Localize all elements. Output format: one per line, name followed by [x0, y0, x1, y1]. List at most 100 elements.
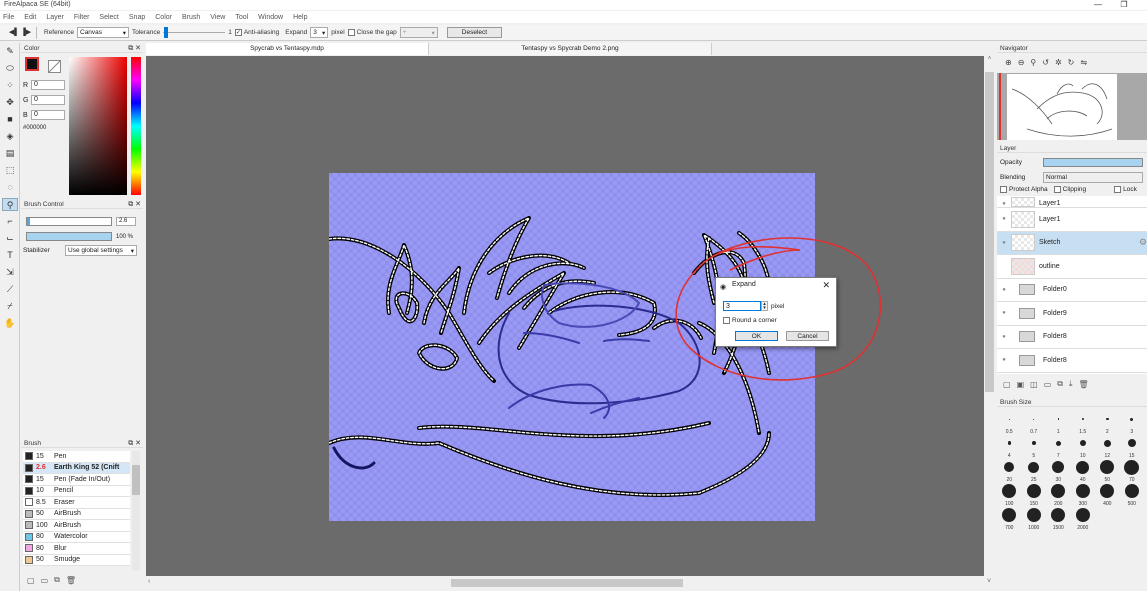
- menu-file[interactable]: File: [3, 14, 14, 21]
- gradient-tool-icon[interactable]: ▤: [2, 147, 18, 160]
- dot-tool-icon[interactable]: ⁘: [2, 79, 18, 92]
- brush-size-preset[interactable]: 300: [1071, 483, 1096, 507]
- closegap-checkbox[interactable]: [347, 29, 355, 36]
- eraser-tool-icon[interactable]: ⬭: [2, 62, 18, 75]
- brush-size-preset[interactable]: 150: [1022, 483, 1047, 507]
- close-icon[interactable]: ⧉ ✕: [128, 200, 141, 209]
- bucket-tool-icon[interactable]: ◈: [2, 130, 18, 143]
- new-1bit-layer-icon[interactable]: ◫: [1030, 380, 1038, 389]
- stabilizer-select[interactable]: Use global settings ▾: [65, 245, 137, 256]
- brush-size-preset[interactable]: 10: [1071, 435, 1096, 459]
- brush-size-preset[interactable]: 20: [997, 459, 1022, 483]
- brush-opacity-slider[interactable]: [26, 232, 112, 241]
- brush-item[interactable]: 15 Pen: [23, 451, 130, 463]
- menu-tool[interactable]: Tool: [235, 14, 248, 21]
- restore-button[interactable]: ❐: [1118, 0, 1130, 10]
- eye-icon[interactable]: ●: [997, 287, 1011, 293]
- g-input[interactable]: 0: [31, 95, 65, 105]
- select-pen-tool-icon[interactable]: ⌐: [2, 215, 18, 228]
- brush-size-preset[interactable]: 400: [1095, 483, 1120, 507]
- chevron-up-icon[interactable]: ˄: [984, 56, 995, 62]
- gear-icon[interactable]: ⚙: [1139, 237, 1147, 248]
- brush-item[interactable]: 100 AirBrush: [23, 520, 130, 532]
- chevron-down-icon[interactable]: ˅: [987, 578, 991, 585]
- layer-row-selected[interactable]: ● Sketch ⚙: [997, 231, 1147, 255]
- secondary-color-swatch[interactable]: [48, 60, 61, 73]
- reference-select[interactable]: Canvas ▾: [77, 27, 129, 38]
- brush-item[interactable]: 10 Pencil: [23, 485, 130, 497]
- new-8bit-layer-icon[interactable]: ▣: [1017, 380, 1025, 389]
- menu-select[interactable]: Select: [99, 14, 118, 21]
- eye-icon[interactable]: ●: [997, 357, 1011, 363]
- lock-checkbox[interactable]: [1114, 186, 1122, 193]
- menu-view[interactable]: View: [210, 14, 225, 21]
- protect-alpha-checkbox[interactable]: [1000, 186, 1007, 193]
- brush-item[interactable]: 80 Watercolor: [23, 531, 130, 543]
- folder-row[interactable]: ● Folder8: [997, 325, 1147, 349]
- vertical-scrollbar[interactable]: ˄: [984, 56, 995, 576]
- rotate-right-icon[interactable]: ↻: [1068, 58, 1075, 67]
- brush-size-preset[interactable]: 70: [1120, 459, 1145, 483]
- clipping-checkbox[interactable]: [1053, 186, 1061, 193]
- next-icon[interactable]: ▐▶: [20, 27, 32, 39]
- new-folder-icon[interactable]: ▭: [1044, 380, 1052, 389]
- brush-item[interactable]: 15 Pen (Fade In/Out): [23, 474, 130, 486]
- flip-icon[interactable]: ⇋: [1080, 58, 1087, 67]
- eye-icon[interactable]: ●: [997, 334, 1011, 340]
- layer-row[interactable]: outline: [997, 255, 1147, 279]
- horizontal-scrollbar[interactable]: ‹: [146, 577, 984, 589]
- eyedropper-tool-icon[interactable]: ⌿: [2, 300, 18, 313]
- brush-size-preset[interactable]: 15: [1120, 435, 1145, 459]
- magic-wand-tool-icon[interactable]: ⚲: [2, 198, 18, 211]
- brush-size-preset[interactable]: 200: [1046, 483, 1071, 507]
- divide-tool-icon[interactable]: ⟋: [2, 283, 18, 296]
- b-input[interactable]: 0: [31, 110, 65, 120]
- menu-snap[interactable]: Snap: [129, 14, 145, 21]
- fill-rect-tool-icon[interactable]: ■: [2, 113, 18, 126]
- folder-row[interactable]: ● Folder0: [997, 278, 1147, 302]
- brush-size-preset[interactable]: 0.5: [997, 411, 1022, 435]
- brush-size-preset[interactable]: 2: [1095, 411, 1120, 435]
- brush-size-preset[interactable]: 500: [1120, 483, 1145, 507]
- navigator-preview[interactable]: [997, 73, 1147, 140]
- trash-icon[interactable]: 🗑: [1079, 380, 1089, 389]
- brush-size-preset[interactable]: 1.5: [1071, 411, 1096, 435]
- brush-size-preset[interactable]: 25: [1022, 459, 1047, 483]
- ok-button[interactable]: OK: [735, 331, 778, 341]
- expand-select[interactable]: 3 ▾: [310, 27, 329, 38]
- close-icon[interactable]: ✕: [822, 278, 830, 292]
- brush-item[interactable]: 80 Blur: [23, 543, 130, 555]
- minimize-button[interactable]: —: [1092, 0, 1104, 10]
- pen-tool-icon[interactable]: ✎: [2, 45, 18, 58]
- eye-icon[interactable]: ●: [997, 201, 1011, 207]
- move-tool-icon[interactable]: ✥: [2, 96, 18, 109]
- brush-size-preset[interactable]: 2000: [1071, 507, 1096, 531]
- expand-value-input[interactable]: 3: [723, 301, 761, 311]
- chevron-left-icon[interactable]: ‹: [148, 578, 150, 585]
- closegap-select[interactable]: + ▾: [399, 27, 438, 38]
- layer-row[interactable]: ● Layer1: [997, 208, 1147, 232]
- brush-size-input[interactable]: 2.6: [116, 217, 136, 226]
- brush-size-preset[interactable]: 1500: [1046, 507, 1071, 531]
- layer-opacity-slider[interactable]: [1043, 158, 1143, 167]
- eye-icon[interactable]: ●: [997, 310, 1011, 316]
- tolerance-slider[interactable]: [163, 27, 226, 38]
- spinner-icon[interactable]: ▴ ▾: [761, 301, 768, 311]
- menu-help[interactable]: Help: [293, 14, 307, 21]
- folder-icon[interactable]: ▭: [41, 576, 49, 585]
- menu-filter[interactable]: Filter: [74, 14, 90, 21]
- brush-size-preset[interactable]: 40: [1071, 459, 1096, 483]
- brush-size-preset[interactable]: 30: [1046, 459, 1071, 483]
- text-tool-icon[interactable]: T: [2, 249, 18, 262]
- folder-row[interactable]: ● Folder9: [997, 302, 1147, 326]
- merge-layer-icon[interactable]: ⤓: [1069, 379, 1073, 389]
- eye-icon[interactable]: ●: [997, 216, 1011, 222]
- select-eraser-tool-icon[interactable]: ⌙: [2, 232, 18, 245]
- menu-color[interactable]: Color: [155, 14, 172, 21]
- eye-icon[interactable]: ●: [997, 240, 1011, 246]
- brush-size-preset[interactable]: 12: [1095, 435, 1120, 459]
- brush-item[interactable]: 8.5 Eraser: [23, 497, 130, 509]
- round-corner-checkbox[interactable]: [723, 317, 730, 324]
- tab-document-2[interactable]: Tentaspy vs Spycrab Demo 2.png: [429, 43, 712, 55]
- brush-size-preset[interactable]: 50: [1095, 459, 1120, 483]
